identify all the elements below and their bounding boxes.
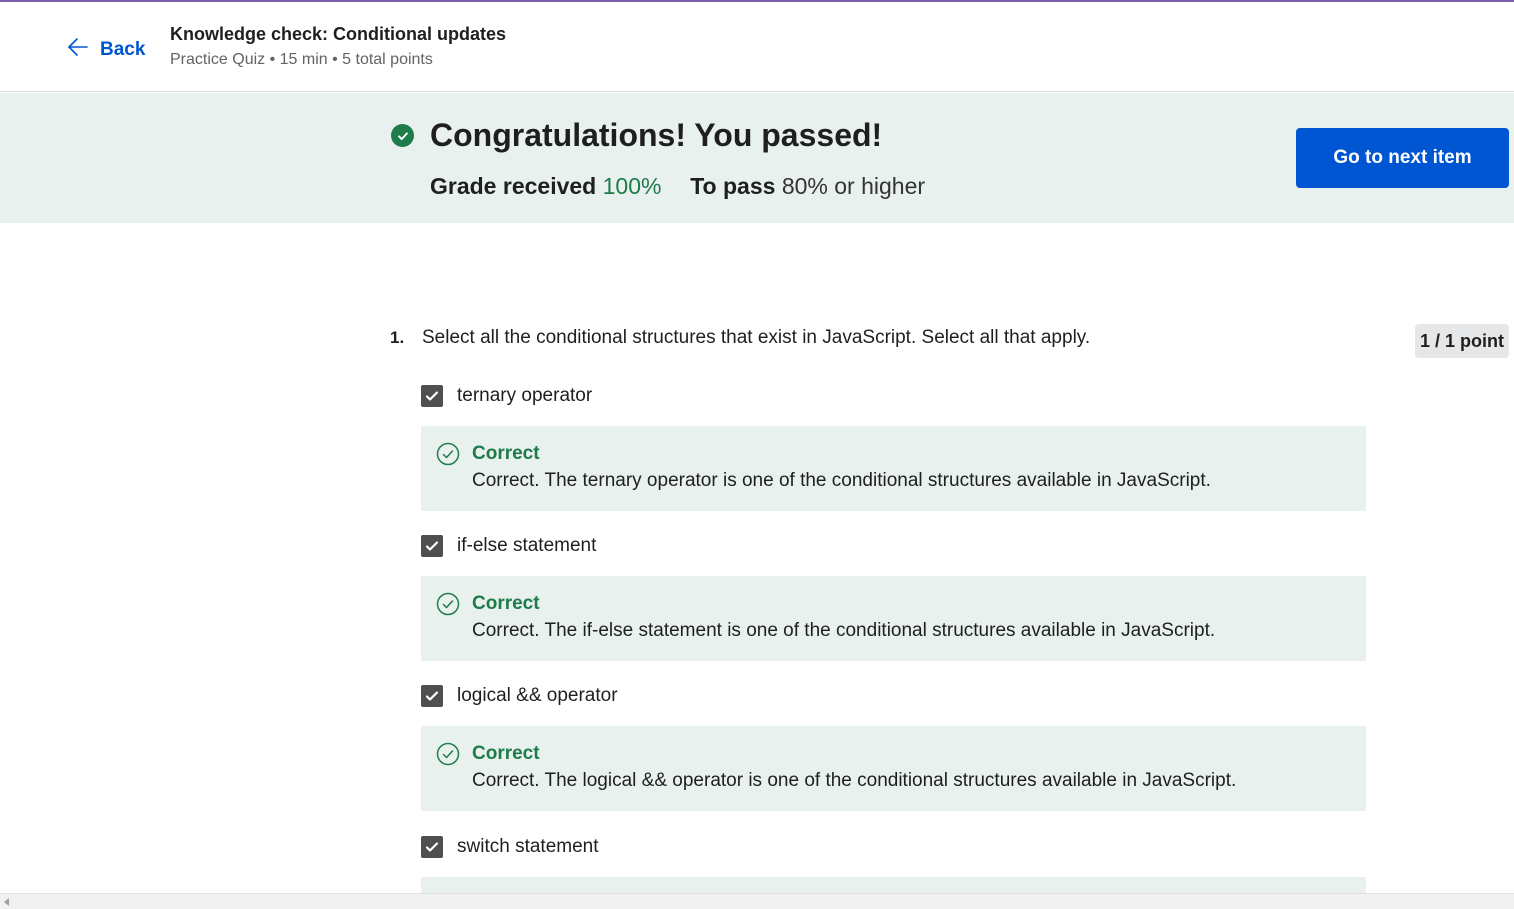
checkbox-checked[interactable] <box>421 836 443 858</box>
question-number: 1. <box>390 328 405 347</box>
quiz-meta: Practice Quiz • 15 min • 5 total points <box>170 51 433 68</box>
back-button[interactable]: Back <box>66 35 145 64</box>
option-ternary-operator[interactable]: ternary operator <box>421 385 592 407</box>
feedback-box-partial <box>421 877 1366 893</box>
feedback-box: Correct Correct. The logical && operator… <box>421 726 1366 811</box>
congrats-heading: Congratulations! You passed! <box>430 117 883 153</box>
option-if-else-statement[interactable]: if-else statement <box>421 535 596 557</box>
checkbox-checked[interactable] <box>421 685 443 707</box>
quiz-title: Knowledge check: Conditional updates <box>170 24 507 44</box>
pass-value: 80% or higher <box>781 173 926 199</box>
feedback-title: Correct <box>472 593 540 614</box>
grade-value: 100% <box>602 173 662 199</box>
pass-label: To pass <box>690 173 776 199</box>
feedback-text: Correct. The if-else statement is one of… <box>472 620 1216 641</box>
feedback-box: Correct Correct. The if-else statement i… <box>421 576 1366 661</box>
feedback-title: Correct <box>472 443 540 464</box>
option-label: ternary operator <box>457 385 593 406</box>
option-label: logical && operator <box>457 685 618 706</box>
check-circle-outline-icon <box>436 742 460 766</box>
feedback-title: Correct <box>472 743 540 764</box>
go-to-next-item-button[interactable]: Go to next item <box>1296 128 1509 188</box>
horizontal-scrollbar[interactable] <box>0 893 1514 909</box>
arrow-left-icon <box>66 35 90 64</box>
check-circle-outline-icon <box>436 442 460 466</box>
quiz-title-block: Knowledge check: Conditional updates Pra… <box>170 24 506 69</box>
grade-summary: Grade received 100% To pass 80% or highe… <box>430 173 925 200</box>
feedback-box: Correct Correct. The ternary operator is… <box>421 426 1366 511</box>
option-switch-statement[interactable]: switch statement <box>421 836 599 858</box>
option-logical-and-operator[interactable]: logical && operator <box>421 685 618 707</box>
result-banner: Congratulations! You passed! Grade recei… <box>0 93 1514 223</box>
check-circle-outline-icon <box>436 592 460 616</box>
scroll-left-arrow-icon[interactable] <box>4 898 9 906</box>
question-text: Select all the conditional structures th… <box>422 327 1091 348</box>
option-label: switch statement <box>457 836 599 857</box>
checkbox-checked[interactable] <box>421 535 443 557</box>
feedback-text: Correct. The logical && operator is one … <box>472 770 1237 791</box>
checkbox-checked[interactable] <box>421 385 443 407</box>
option-label: if-else statement <box>457 535 597 556</box>
quiz-header: Back Knowledge check: Conditional update… <box>0 2 1514 92</box>
feedback-text: Correct. The ternary operator is one of … <box>472 470 1211 491</box>
back-label: Back <box>100 38 146 60</box>
check-circle-filled-icon <box>391 124 414 147</box>
points-badge: 1 / 1 point <box>1415 324 1509 358</box>
grade-label: Grade received <box>430 173 597 199</box>
